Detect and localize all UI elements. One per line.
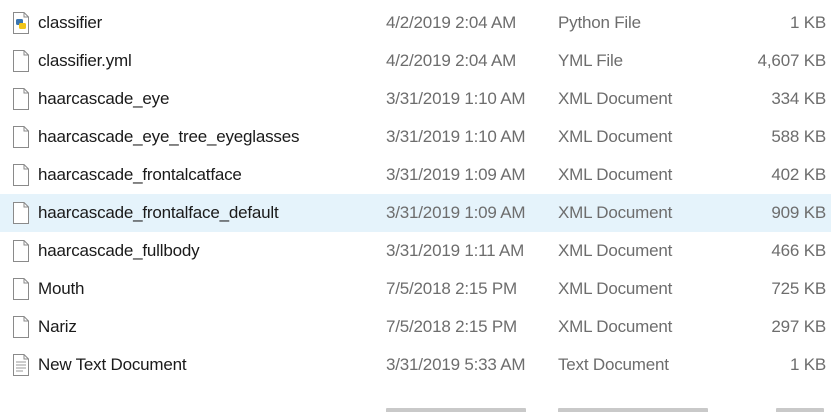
- file-size: 402 KB: [771, 165, 826, 184]
- file-name: Mouth: [38, 279, 85, 298]
- file-size: 725 KB: [771, 279, 826, 298]
- file-size: 297 KB: [771, 317, 826, 336]
- file-size: 588 KB: [771, 127, 826, 146]
- file-type: XML Document: [558, 203, 673, 222]
- file-date-modified: 3/31/2019 1:10 AM: [386, 127, 526, 146]
- file-date-modified: 3/31/2019 1:09 AM: [386, 203, 526, 222]
- file-name: classifier: [38, 13, 103, 32]
- file-type: Text Document: [558, 355, 669, 374]
- file-name: haarcascade_frontalcatface: [38, 165, 242, 184]
- file-icon: [12, 315, 30, 339]
- file-date-modified: 3/31/2019 5:33 AM: [386, 355, 526, 374]
- file-type: XML Document: [558, 317, 673, 336]
- file-icon: [12, 201, 30, 225]
- file-row-selected[interactable]: haarcascade_frontalface_default 3/31/201…: [0, 194, 831, 232]
- partially-visible-row: [0, 399, 831, 412]
- file-row[interactable]: Mouth 7/5/2018 2:15 PM XML Document 725 …: [0, 270, 831, 308]
- file-row[interactable]: haarcascade_fullbody 3/31/2019 1:11 AM X…: [0, 232, 831, 270]
- file-name: haarcascade_fullbody: [38, 241, 200, 260]
- file-row[interactable]: New Text Document 3/31/2019 5:33 AM Text…: [0, 346, 831, 384]
- file-name: haarcascade_eye: [38, 89, 170, 108]
- file-row[interactable]: classifier.yml 4/2/2019 2:04 AM YML File…: [0, 42, 831, 80]
- file-list: classifier 4/2/2019 2:04 AM Python File …: [0, 0, 831, 412]
- file-row[interactable]: classifier 4/2/2019 2:04 AM Python File …: [0, 4, 831, 42]
- file-date-modified: 4/2/2019 2:04 AM: [386, 51, 517, 70]
- file-type: YML File: [558, 51, 623, 70]
- file-type: XML Document: [558, 279, 673, 298]
- file-date-modified: 3/31/2019 1:11 AM: [386, 241, 525, 260]
- file-name: classifier.yml: [38, 51, 132, 70]
- file-icon: [12, 277, 30, 301]
- file-icon: [12, 163, 30, 187]
- file-size: 1 KB: [789, 13, 826, 32]
- python-file-icon: [12, 11, 30, 35]
- file-size: 1 KB: [789, 355, 826, 374]
- file-row[interactable]: haarcascade_frontalcatface 3/31/2019 1:0…: [0, 156, 831, 194]
- file-icon: [12, 405, 30, 412]
- file-name: New Text Document: [38, 355, 187, 374]
- file-type: Python File: [558, 13, 641, 32]
- file-size: 909 KB: [771, 203, 826, 222]
- file-type: XML Document: [558, 127, 673, 146]
- file-name: haarcascade_frontalface_default: [38, 203, 279, 222]
- file-size: 334 KB: [771, 89, 826, 108]
- file-type: XML Document: [558, 89, 673, 108]
- file-size: 4,607 KB: [757, 51, 827, 70]
- file-row[interactable]: haarcascade_eye 3/31/2019 1:10 AM XML Do…: [0, 80, 831, 118]
- file-icon: [12, 87, 30, 111]
- file-date-modified: 7/5/2018 2:15 PM: [386, 279, 518, 298]
- file-date-modified: 3/31/2019 1:09 AM: [386, 165, 526, 184]
- file-name: haarcascade_eye_tree_eyeglasses: [38, 127, 300, 146]
- file-name: Nariz: [38, 317, 77, 336]
- file-date-modified: 3/31/2019 1:10 AM: [386, 89, 526, 108]
- file-icon: [12, 49, 30, 73]
- file-date-modified: 4/2/2019 2:04 AM: [386, 13, 517, 32]
- file-type: XML Document: [558, 165, 673, 184]
- file-size: 466 KB: [771, 241, 826, 260]
- file-date-modified: 7/5/2018 2:15 PM: [386, 317, 518, 336]
- file-row[interactable]: haarcascade_eye_tree_eyeglasses 3/31/201…: [0, 118, 831, 156]
- text-document-icon: [12, 353, 30, 377]
- file-icon: [12, 125, 30, 149]
- file-row[interactable]: Nariz 7/5/2018 2:15 PM XML Document 297 …: [0, 308, 831, 346]
- file-type: XML Document: [558, 241, 673, 260]
- file-icon: [12, 239, 30, 263]
